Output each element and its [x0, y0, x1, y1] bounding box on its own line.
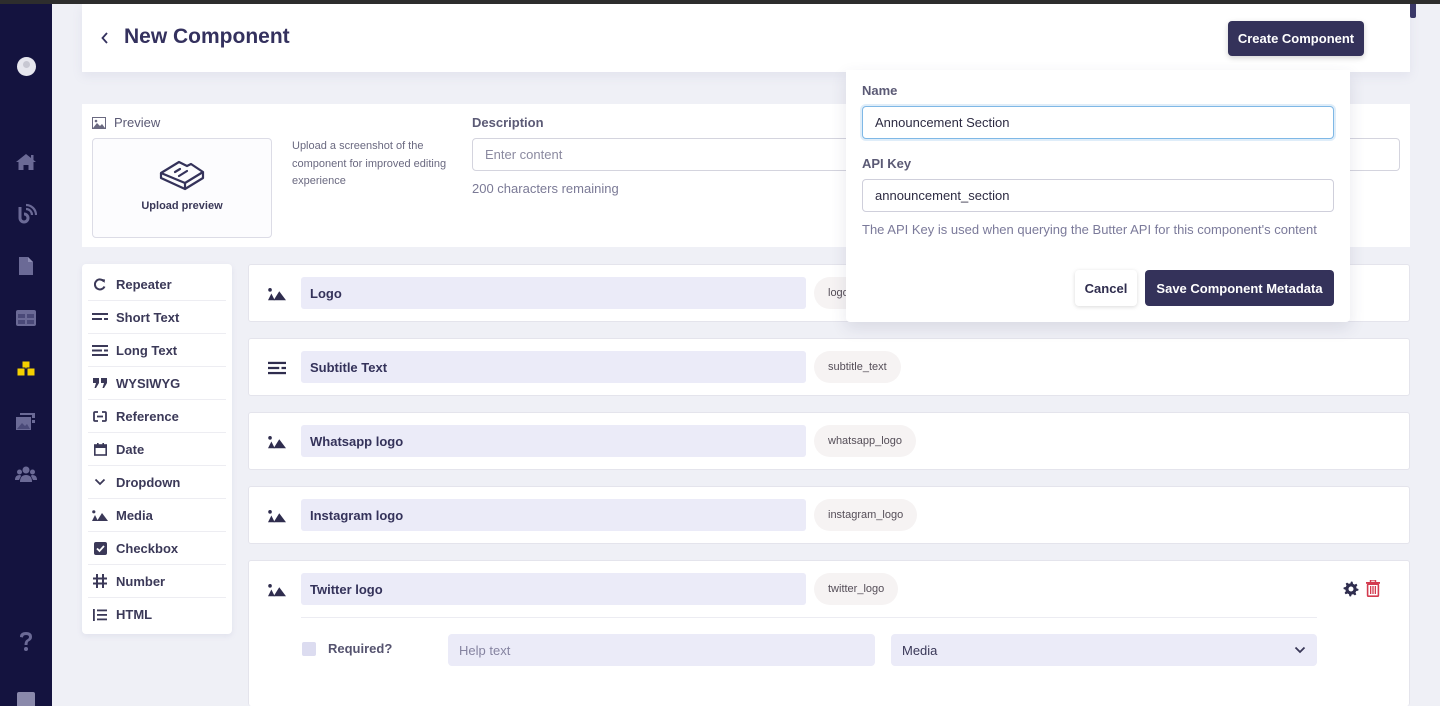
- field-type-long-text[interactable]: Long Text: [88, 334, 226, 367]
- save-component-metadata-button[interactable]: Save Component Metadata: [1145, 270, 1334, 306]
- component-metadata-popover: Name API Key The API Key is used when qu…: [846, 70, 1350, 322]
- repeat-icon: [92, 277, 108, 291]
- page-title: New Component: [124, 25, 290, 48]
- field-type-html[interactable]: HTML: [88, 598, 226, 631]
- calendar-icon: [92, 442, 108, 456]
- field-row: instagram_logo: [248, 486, 1410, 544]
- field-type-checkbox[interactable]: Checkbox: [88, 532, 226, 565]
- gear-icon[interactable]: [1343, 581, 1359, 602]
- upload-preview-label: Upload preview: [141, 200, 223, 212]
- top-right-tab[interactable]: [1410, 4, 1416, 18]
- blog-icon[interactable]: [14, 202, 38, 226]
- field-name-input[interactable]: [301, 499, 806, 531]
- media-icon: [268, 436, 286, 449]
- image-icon: [92, 116, 106, 129]
- field-row-expanded: twitter_logo Required? Media: [248, 560, 1410, 706]
- description-label: Description: [472, 115, 544, 130]
- api-key-help-text: The API Key is used when querying the Bu…: [862, 222, 1317, 237]
- users-icon[interactable]: [14, 462, 38, 486]
- page-icon[interactable]: [14, 254, 38, 278]
- help-icon[interactable]: [14, 630, 38, 654]
- api-key-label: API Key: [862, 156, 912, 171]
- field-type-repeater[interactable]: Repeater: [88, 268, 226, 301]
- chevron-down-icon: [92, 478, 108, 486]
- html-icon: [92, 608, 108, 621]
- preview-label: Preview: [92, 115, 160, 130]
- field-type-date[interactable]: Date: [88, 433, 226, 466]
- description-char-count: 200 characters remaining: [472, 181, 619, 196]
- collections-icon[interactable]: [14, 306, 38, 330]
- create-component-button[interactable]: Create Component: [1228, 21, 1364, 56]
- cancel-button[interactable]: Cancel: [1075, 270, 1137, 306]
- field-api-key: whatsapp_logo: [814, 425, 917, 457]
- required-label: Required?: [328, 641, 393, 656]
- upload-box-icon: [159, 160, 205, 191]
- quote-icon: [92, 378, 108, 388]
- sidebar-bottom-item[interactable]: [17, 692, 35, 706]
- media-icon: [268, 510, 286, 523]
- media-icon: [268, 584, 286, 597]
- media-icon: [92, 509, 108, 521]
- chevron-down-icon: [1294, 646, 1306, 654]
- field-type-select[interactable]: Media: [891, 634, 1317, 666]
- avatar[interactable]: [17, 57, 36, 76]
- field-type-list: Repeater Short Text Long Text WYSIWYG Re…: [82, 264, 232, 634]
- field-type-reference[interactable]: Reference: [88, 400, 226, 433]
- required-checkbox[interactable]: [302, 642, 316, 656]
- field-type-number[interactable]: Number: [88, 565, 226, 598]
- components-icon[interactable]: [14, 358, 38, 382]
- media-icon: [268, 288, 286, 301]
- field-row: whatsapp_logo: [248, 412, 1410, 470]
- field-row: subtitle_text: [248, 338, 1410, 396]
- back-button[interactable]: [98, 28, 112, 48]
- short-text-icon: [92, 313, 108, 321]
- field-api-key: instagram_logo: [814, 499, 918, 531]
- window-top-bar: [0, 0, 1440, 4]
- field-type-wysiwyg[interactable]: WYSIWYG: [88, 367, 226, 400]
- field-type-media[interactable]: Media: [88, 499, 226, 532]
- field-name-input[interactable]: [301, 351, 806, 383]
- chevron-left-icon: [101, 32, 108, 44]
- upload-help-text: Upload a screenshot of the component for…: [292, 140, 447, 187]
- field-type-short-text[interactable]: Short Text: [88, 301, 226, 334]
- field-name-input[interactable]: [301, 277, 806, 309]
- help-text-input[interactable]: [448, 634, 875, 666]
- long-text-icon: [92, 344, 108, 356]
- field-api-key: subtitle_text: [814, 351, 901, 383]
- component-name-input[interactable]: [862, 106, 1334, 139]
- api-key-input[interactable]: [862, 179, 1334, 212]
- name-label: Name: [862, 83, 898, 98]
- sidebar: [0, 4, 52, 706]
- field-name-input[interactable]: [301, 425, 806, 457]
- long-text-icon: [268, 361, 286, 375]
- media-library-icon[interactable]: [14, 410, 38, 434]
- hash-icon: [92, 574, 108, 588]
- field-name-input[interactable]: [301, 573, 806, 605]
- field-api-key: twitter_logo: [814, 573, 899, 605]
- upload-preview-button[interactable]: Upload preview: [92, 138, 272, 238]
- page-header: New Component Create Component: [82, 4, 1410, 72]
- divider: [301, 617, 1317, 618]
- checkbox-icon: [92, 541, 108, 555]
- field-type-dropdown[interactable]: Dropdown: [88, 466, 226, 499]
- home-icon[interactable]: [14, 150, 38, 174]
- trash-icon[interactable]: [1366, 579, 1380, 602]
- reference-icon: [92, 410, 108, 422]
